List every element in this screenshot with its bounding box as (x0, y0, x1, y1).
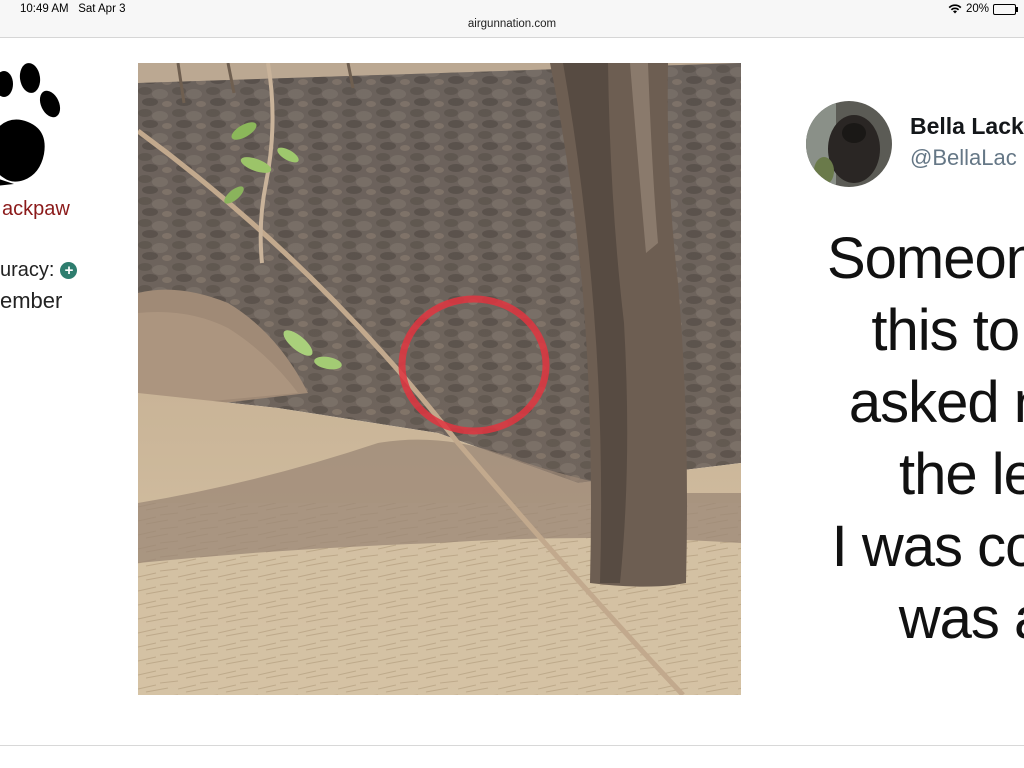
battery-percent: 20% (965, 3, 989, 15)
status-date: Sat Apr 3 (78, 3, 126, 15)
plus-circle-icon[interactable]: + (60, 262, 78, 279)
battery-icon (993, 3, 1018, 15)
camouflage-photo (138, 63, 741, 695)
tweet-line: I was co (831, 514, 1024, 579)
tweet-author-name[interactable]: Bella Lack (910, 113, 1024, 140)
tweet-avatar[interactable] (806, 101, 892, 187)
profile-photo-icon (806, 101, 892, 187)
tweet-text: Someon this to r asked n the le I was co… (742, 223, 1024, 655)
user-avatar[interactable] (0, 62, 84, 192)
divider (0, 745, 1024, 746)
tweet-line: was a (898, 586, 1024, 651)
accuracy-row: uracy: + (0, 259, 78, 282)
status-indicators: 20% (948, 3, 1018, 15)
tweet-line: this to r (871, 298, 1024, 363)
status-bar: 10:49 AM Sat Apr 3 20% (0, 0, 1024, 20)
tweet-author-handle[interactable]: @BellaLac (910, 145, 1017, 171)
member-label: ember (0, 288, 63, 313)
paw-print-icon (0, 63, 61, 186)
username-link[interactable]: ackpaw (2, 198, 70, 221)
url-text[interactable]: airgunnation.com (0, 18, 1024, 30)
tweet-line: asked n (848, 370, 1024, 435)
tweet-card[interactable]: Bella Lack @BellaLac Someon this to r as… (742, 63, 1024, 695)
status-time: 10:49 AM Sat Apr 3 (20, 3, 126, 15)
post-image[interactable] (138, 63, 741, 695)
tweet-line: the le (899, 442, 1024, 507)
address-bar[interactable]: airgunnation.com (0, 18, 1024, 38)
wifi-icon (948, 4, 962, 14)
accuracy-label: uracy: (0, 259, 55, 281)
tweet-line: Someon (826, 226, 1024, 291)
